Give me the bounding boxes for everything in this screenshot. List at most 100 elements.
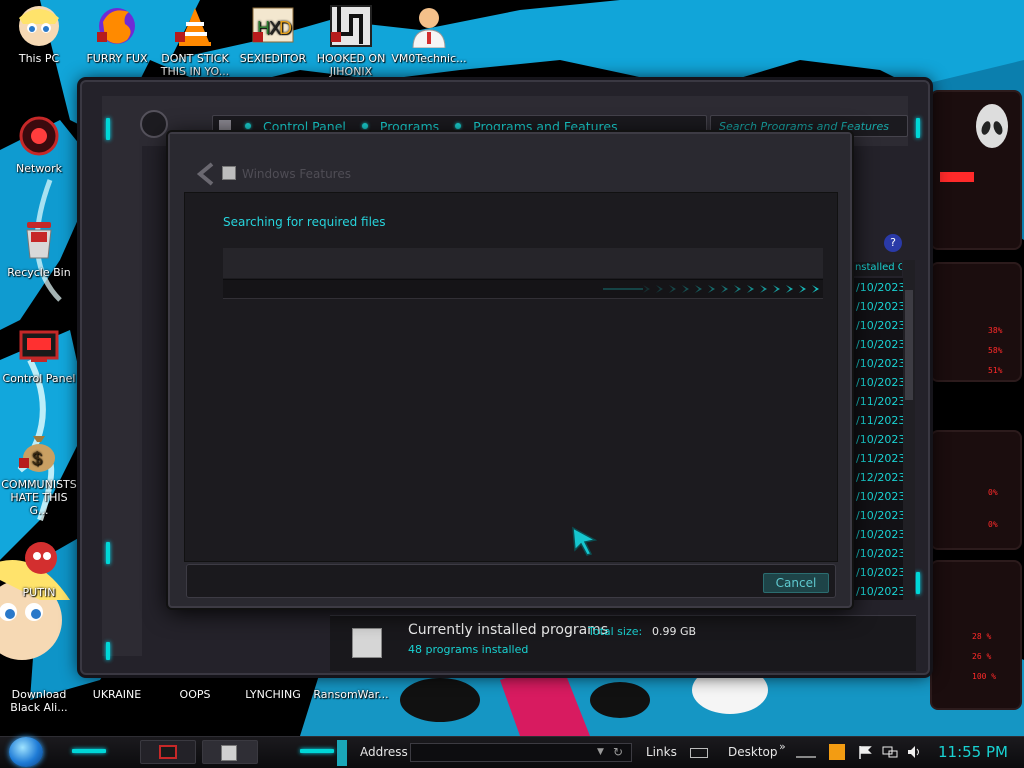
chevron-right-icon[interactable]: »	[779, 740, 786, 753]
desktop-icon-label: SEXIEDITOR	[239, 52, 307, 65]
list-item[interactable]: /10/2023	[852, 297, 904, 316]
vertical-scrollbar[interactable]	[903, 260, 915, 600]
desktop-toolbar-label[interactable]: Desktop	[728, 745, 778, 759]
list-item[interactable]: /10/2023	[852, 354, 904, 373]
list-item[interactable]: /10/2023	[852, 506, 904, 525]
desktop-icon-label: Control Panel	[2, 372, 76, 385]
taskbar-divider	[337, 740, 347, 766]
desktop-icon-label: VM0Technic...	[391, 52, 467, 65]
list-item[interactable]: /12/2023	[852, 468, 904, 487]
list-item[interactable]: /11/2023	[852, 449, 904, 468]
vlc-cone-icon	[173, 4, 217, 48]
desktop-icon-network[interactable]: Network	[0, 114, 78, 175]
desktop-icon-putin[interactable]: PUTIN	[0, 538, 78, 599]
help-icon[interactable]: ?	[884, 234, 902, 252]
list-item[interactable]: /10/2023	[852, 563, 904, 582]
list-item[interactable]: /11/2023	[852, 411, 904, 430]
progress-header-band	[223, 248, 823, 278]
desktop-icon-recycle-bin[interactable]: Recycle Bin	[0, 218, 78, 279]
list-item[interactable]: /10/2023	[852, 316, 904, 335]
back-arrow-icon[interactable]	[196, 162, 216, 186]
list-item[interactable]: /11/2023	[852, 392, 904, 411]
list-item[interactable]: /10/2023	[852, 278, 904, 297]
desktop-icon-download-black-ali[interactable]: Download Black Ali...	[0, 640, 78, 714]
mouse-pointer-icon	[572, 526, 597, 556]
details-pane: Currently installed programs Total size:…	[330, 615, 916, 671]
list-item[interactable]: /10/2023	[852, 335, 904, 354]
total-size-label: Total size:	[588, 625, 643, 638]
keyboard-icon[interactable]	[690, 748, 708, 758]
address-input[interactable]: ▼ ↻	[410, 743, 632, 762]
app-tray-icon[interactable]	[829, 744, 845, 760]
desktop-icon-label: OOPS	[179, 688, 211, 701]
search-status-text: Searching for required files	[223, 215, 386, 229]
drives-gadget[interactable]: 28 % 26 % 100 %	[930, 560, 1022, 710]
desktop-icon-label: DONT STICK THIS IN YO...	[160, 52, 230, 78]
memory-gadget[interactable]: 0% 0%	[930, 430, 1022, 550]
list-item[interactable]: /10/2023	[852, 525, 904, 544]
alien-head-icon	[976, 104, 1008, 148]
links-toolbar-label[interactable]: Links	[646, 745, 677, 759]
dialog-titlebar[interactable]: Windows Features	[170, 134, 850, 192]
folder-icon	[219, 120, 231, 132]
desktop-icon-dont-stick[interactable]: DONT STICK THIS IN YO...	[156, 4, 234, 78]
list-item[interactable]: /10/2023	[852, 373, 904, 392]
desktop-icon-vm0technic[interactable]: VM0Technic...	[390, 4, 468, 65]
money-bag-icon: $	[17, 430, 61, 474]
status-title: Currently installed programs	[408, 622, 609, 638]
taskbar-button-windows-features[interactable]	[202, 740, 258, 764]
list-item[interactable]: /10/2023	[852, 544, 904, 563]
desktop-icon-label: COMMUNISTS HATE THIS G...	[1, 478, 77, 517]
volume-icon[interactable]	[906, 744, 922, 760]
recycle-bin-icon	[17, 218, 61, 262]
desktop-icon-label: Network	[16, 162, 62, 175]
dialog-body: Searching for required files	[184, 192, 838, 562]
list-item[interactable]: /10/2023	[852, 430, 904, 449]
desktop-icon-communists[interactable]: $ COMMUNISTS HATE THIS G...	[0, 430, 78, 517]
windows-features-icon	[222, 166, 236, 180]
address-label: Address	[360, 745, 408, 759]
column-header-installed-on[interactable]: Installed On	[852, 262, 902, 276]
flag-icon[interactable]	[857, 744, 873, 760]
nav-back-icon[interactable]	[140, 110, 168, 138]
programs-count: 48 programs installed	[408, 643, 529, 656]
dropdown-arrow-icon[interactable]: ▼	[597, 747, 604, 757]
network-tray-icon[interactable]	[882, 744, 898, 760]
desktop-icon-hooked[interactable]: HOOKED ON JIHONIX	[312, 4, 390, 78]
cancel-button[interactable]: Cancel	[763, 573, 829, 593]
desktop-icon-label: PUTIN	[22, 586, 56, 599]
taskbar-button-control-panel[interactable]	[140, 740, 196, 764]
total-size-value: 0.99 GB	[652, 625, 697, 638]
desktop-icon-control-panel[interactable]: Control Panel	[0, 324, 78, 385]
desktop-icon-label: HOOKED ON JIHONIX	[316, 52, 386, 78]
desktop-icon-label: This PC	[18, 52, 60, 65]
desktop-icon-label: Download Black Ali...	[10, 688, 68, 714]
list-item[interactable]: /10/2023	[852, 582, 904, 600]
taskbar-clock[interactable]: 11:55 PM	[938, 743, 1008, 761]
desktop-icon-label: LYNCHING	[245, 688, 301, 701]
desktop-icon-this-pc[interactable]: This PC	[0, 4, 78, 65]
desktop-icon-label: UKRAINE	[92, 688, 142, 701]
refresh-icon[interactable]: ↻	[613, 745, 623, 759]
progress-marquee	[603, 285, 819, 293]
cpu-gadget[interactable]: 38% 58% 51%	[930, 262, 1022, 382]
dialog-title: Windows Features	[242, 167, 351, 181]
desktop-icon-sexieditor[interactable]: HXD SEXIEDITOR	[234, 4, 312, 65]
control-panel-icon	[159, 745, 177, 759]
show-desktop-icon[interactable]	[796, 748, 816, 758]
list-item[interactable]: /10/2023	[852, 487, 904, 506]
firefox-icon	[95, 4, 139, 48]
svg-text:$: $	[32, 449, 42, 469]
control-panel-icon	[17, 324, 61, 368]
svg-text:D: D	[279, 18, 292, 38]
desktop-icon-furry-fux[interactable]: FURRY FUX	[78, 4, 156, 65]
windows-features-dialog: Windows Features Searching for required …	[168, 132, 852, 608]
doctor-avatar-icon	[407, 4, 451, 49]
start-button[interactable]	[9, 737, 43, 767]
desktop-icon-label: RansomWar...	[313, 688, 389, 701]
cartoon-face-icon	[17, 4, 61, 48]
dialog-footer: Cancel	[186, 564, 836, 598]
sidebar-gadgets: 38% 58% 51% 0% 0% 28 % 26 % 100 %	[930, 90, 1024, 710]
programs-list[interactable]: /10/2023/10/2023/10/2023/10/2023/10/2023…	[852, 278, 904, 600]
alienware-gadget[interactable]	[930, 90, 1022, 250]
